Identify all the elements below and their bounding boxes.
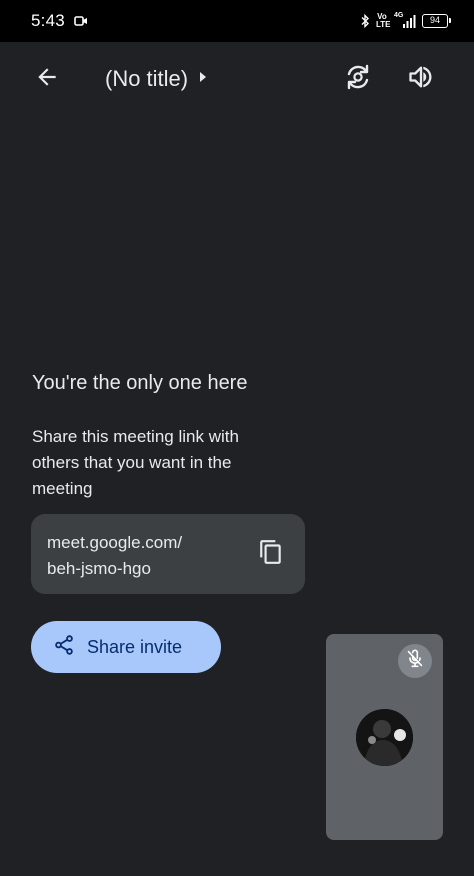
mic-off-indicator [398,644,432,678]
arrow-back-icon [34,64,60,95]
signal-icon: 4G [394,12,416,29]
status-icons: Vo LTE 4G 94 [360,11,451,31]
share-icon [53,634,75,661]
share-invite-button[interactable]: Share invite [31,621,221,673]
avatar [356,709,413,766]
caret-right-icon [198,70,208,89]
volte-bottom: LTE [376,20,391,29]
share-description: Share this meeting link with others that… [32,427,239,498]
status-bar: 5:43 Vo LTE 4G 94 [0,0,474,42]
video-call-status-icon [74,14,88,32]
share-invite-label: Share invite [87,636,183,657]
only-one-heading: You're the only one here [32,372,248,394]
volume-icon [407,63,435,96]
mic-off-icon [404,648,426,675]
meeting-link-line2: beh-jsmo-hgo [47,559,151,578]
self-view-tile[interactable] [326,634,443,840]
meeting-link-card: meet.google.com/ beh-jsmo-hgo [31,514,305,594]
copy-icon [258,539,284,570]
speaker-button[interactable] [397,55,445,103]
copy-link-button[interactable] [249,532,293,576]
status-time: 5:43 [31,11,65,30]
battery-indicator: 94 [422,14,451,28]
meeting-link-line1: meet.google.com/ [47,533,183,552]
meeting-title-button[interactable]: (No title) [105,62,208,96]
meeting-title: (No title) [105,66,189,91]
meeting-link[interactable]: meet.google.com/ beh-jsmo-hgo [47,530,237,582]
back-button[interactable] [23,55,71,103]
switch-camera-button[interactable] [334,55,382,103]
meeting-screen: 5:43 Vo LTE 4G 94 (No title) You're the … [0,0,474,876]
bluetooth-icon [360,14,370,28]
volte-indicator: Vo LTE [376,13,391,29]
flip-camera-icon [343,62,373,97]
